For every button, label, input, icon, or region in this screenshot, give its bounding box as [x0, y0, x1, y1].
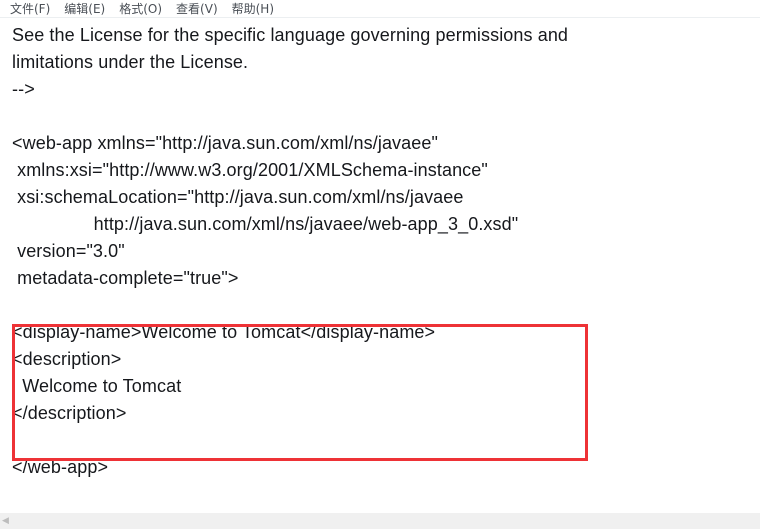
menu-item-view[interactable]: 查看(V) — [170, 1, 226, 17]
scroll-left-arrow-icon[interactable]: ◀ — [2, 517, 11, 526]
menu-item-edit[interactable]: 编辑(E) — [58, 1, 113, 17]
menu-bar: 文件(F) 编辑(E) 格式(O) 查看(V) 帮助(H) — [0, 0, 760, 18]
editor-content[interactable]: See the License for the specific languag… — [12, 22, 568, 481]
horizontal-scrollbar[interactable]: ◀ — [0, 512, 760, 529]
text-editor-area[interactable]: See the License for the specific languag… — [0, 19, 760, 511]
menu-item-format[interactable]: 格式(O) — [113, 1, 170, 17]
menu-item-file[interactable]: 文件(F) — [4, 1, 58, 17]
menu-item-help[interactable]: 帮助(H) — [226, 1, 282, 17]
